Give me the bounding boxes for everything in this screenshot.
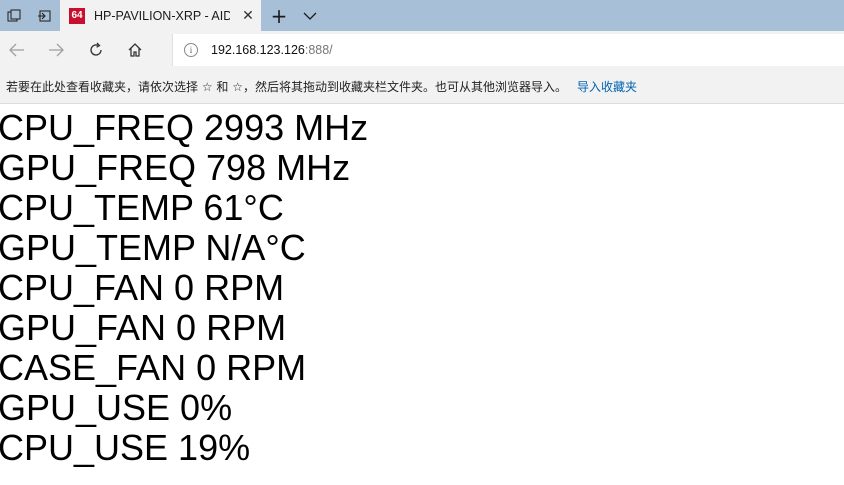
- import-favorites-link[interactable]: 导入收藏夹: [577, 78, 637, 95]
- case-fan-line: CASE_FAN 0 RPM: [0, 347, 307, 388]
- close-tab-icon[interactable]: ✕: [238, 6, 258, 26]
- tab-title: HP-PAVILION-XRP - AID: [94, 8, 230, 23]
- new-tab-icon[interactable]: +: [264, 0, 294, 31]
- favorites-hint-text: 若要在此处查看收藏夹，请依次选择 ☆ 和 ☆，然后将其拖动到收藏夹栏文件夹。也可…: [6, 79, 567, 94]
- gpu-use-line: GPU_USE 0%: [0, 387, 233, 428]
- tab-manager-icon[interactable]: [0, 0, 28, 31]
- navigation-bar: i 192.168.123.126:888/: [0, 31, 844, 69]
- aida64-favicon-icon: 64: [69, 7, 85, 24]
- address-bar[interactable]: i 192.168.123.126:888/: [172, 34, 844, 66]
- url-text[interactable]: 192.168.123.126:888/: [211, 43, 333, 57]
- cpu-freq-line: CPU_FREQ 2993 MHz: [0, 107, 369, 148]
- cpu-temp-line: CPU_TEMP 61°C: [0, 187, 284, 228]
- url-port-path: :888/: [304, 43, 333, 57]
- cpu-use-line: CPU_USE 19%: [0, 427, 251, 468]
- forward-arrow-icon[interactable]: [39, 31, 73, 69]
- site-info-icon[interactable]: i: [184, 43, 198, 57]
- sensor-readout: CPU_FREQ 2993 MHz GPU_FREQ 798 MHz CPU_T…: [0, 108, 844, 468]
- set-tabs-aside-icon[interactable]: [30, 0, 58, 31]
- tab-preview-chevron-icon[interactable]: [296, 0, 324, 31]
- home-icon[interactable]: [118, 31, 152, 69]
- refresh-icon[interactable]: [79, 31, 113, 69]
- gpu-freq-line: GPU_FREQ 798 MHz: [0, 147, 351, 188]
- url-host: 192.168.123.126: [211, 43, 305, 57]
- favorites-bar: 若要在此处查看收藏夹，请依次选择 ☆ 和 ☆，然后将其拖动到收藏夹栏文件夹。也可…: [0, 69, 844, 104]
- gpu-temp-line: GPU_TEMP N/A°C: [0, 227, 306, 268]
- gpu-fan-line: GPU_FAN 0 RPM: [0, 307, 287, 348]
- tab-bar: 64 HP-PAVILION-XRP - AID ✕ +: [0, 0, 844, 31]
- active-tab[interactable]: 64 HP-PAVILION-XRP - AID ✕: [60, 0, 261, 31]
- cpu-fan-line: CPU_FAN 0 RPM: [0, 267, 285, 308]
- back-arrow-icon[interactable]: [0, 31, 34, 69]
